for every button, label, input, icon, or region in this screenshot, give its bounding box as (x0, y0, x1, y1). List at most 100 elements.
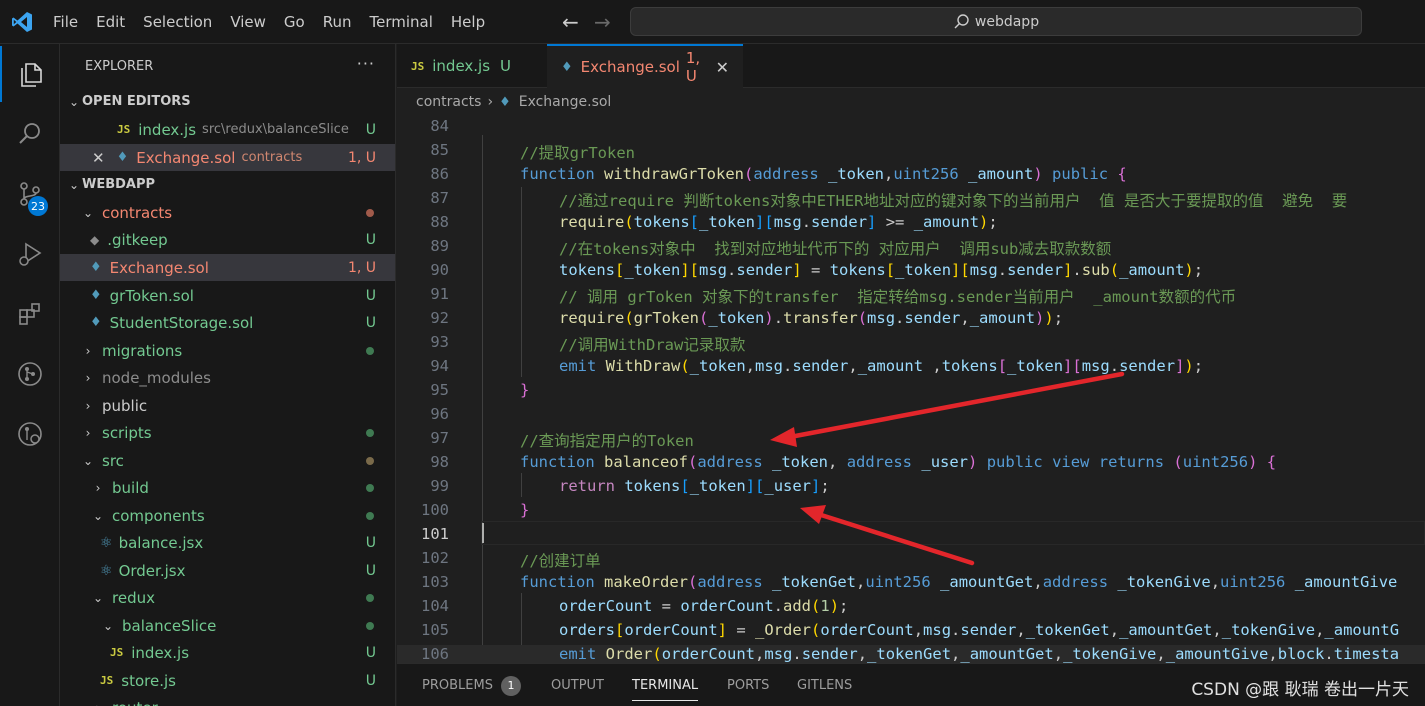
tree-file-gitkeep[interactable]: ◆ .gitkeep U (60, 226, 395, 253)
line-number: 87 (430, 189, 449, 207)
code-editor[interactable]: 84 85//提取grToken 86 function withdrawGrTo… (397, 115, 1425, 663)
tree-folder-node-modules[interactable]: › node_modules (60, 364, 395, 391)
gitlens-inspect-activity[interactable] (0, 406, 60, 462)
open-editors-section[interactable]: ⌄ OPEN EDITORS (60, 88, 395, 115)
tree-folder-scripts[interactable]: › scripts (60, 419, 395, 446)
tree-folder-balanceslice[interactable]: ⌄ balanceSlice (60, 612, 395, 639)
explorer-activity[interactable] (0, 46, 60, 102)
chevron-down-icon: ⌄ (102, 618, 114, 633)
git-inspect-icon (18, 422, 42, 446)
search-icon (954, 13, 969, 28)
tree-file-index[interactable]: JS index.js U (60, 639, 395, 666)
tree-folder-src[interactable]: ⌄ src (60, 447, 395, 474)
menu-terminal[interactable]: Terminal (361, 13, 442, 31)
explorer-header: EXPLORER ··· (60, 44, 395, 88)
line-number: 88 (430, 213, 449, 231)
menu-bar: File Edit Selection View Go Run Terminal… (44, 0, 494, 44)
menu-help[interactable]: Help (442, 13, 494, 31)
solidity-file-icon: ♦ (116, 150, 129, 165)
line-number: 105 (421, 621, 449, 639)
tree-folder-public[interactable]: › public (60, 392, 395, 419)
git-status-dot (366, 593, 374, 602)
code-line: 102//创建订单 (397, 549, 1425, 573)
open-editor-item[interactable]: ✕ ♦ Exchange.sol contracts 1, U (60, 144, 395, 171)
workspace-section[interactable]: ⌄ WEBDAPP (60, 171, 395, 198)
tab-status: 1, U (685, 49, 701, 85)
git-status: U (365, 562, 376, 579)
menu-selection[interactable]: Selection (134, 13, 221, 31)
extensions-activity[interactable] (0, 286, 60, 342)
breadcrumb-file[interactable]: Exchange.sol (519, 94, 612, 110)
files-icon (21, 63, 42, 87)
close-icon[interactable]: ✕ (716, 58, 729, 77)
menu-run[interactable]: Run (314, 13, 361, 31)
panel-tab-output[interactable]: OUTPUT (551, 664, 604, 706)
panel-tab-label: GITLENS (797, 678, 853, 693)
git-status: U (365, 534, 376, 551)
menu-file[interactable]: File (44, 13, 87, 31)
run-debug-activity[interactable] (0, 226, 60, 282)
tree-file-grtoken[interactable]: ♦ grToken.sol U (60, 282, 395, 309)
tree-file-exchange[interactable]: ♦ Exchange.sol 1, U (60, 254, 395, 281)
tree-file-order[interactable]: ⚛ Order.jsx U (60, 557, 395, 584)
tab-index-js[interactable]: JS index.js U (397, 44, 547, 88)
open-editor-item[interactable]: JS index.js src\redux\balanceSlice U (60, 116, 395, 143)
tree-folder-components[interactable]: ⌄ components (60, 502, 395, 529)
tree-file-store[interactable]: JS store.js U (60, 667, 395, 694)
explorer-sidebar: EXPLORER ··· ⌄ OPEN EDITORS JS index.js … (60, 44, 396, 706)
git-status-dot (366, 346, 374, 355)
tree-file-studentstorage[interactable]: ♦ StudentStorage.sol U (60, 309, 395, 336)
js-file-icon: JS (110, 646, 124, 659)
line-number: 99 (430, 477, 449, 495)
solidity-file-icon: ♦ (561, 59, 573, 75)
solidity-file-icon: ♦ (90, 288, 102, 303)
tree-folder-build[interactable]: › build (60, 474, 395, 501)
breadcrumb-folder[interactable]: contracts (416, 94, 481, 110)
folder-label: build (112, 478, 149, 497)
command-center-text: webdapp (974, 13, 1040, 30)
gitlens-activity[interactable] (0, 346, 60, 402)
open-editors-label: OPEN EDITORS (82, 94, 191, 109)
tab-exchange-sol[interactable]: ♦ Exchange.sol 1, U ✕ (547, 44, 743, 88)
panel-tab-terminal[interactable]: TERMINAL (632, 664, 699, 706)
folder-label: migrations (102, 341, 183, 360)
chevron-right-icon: › (85, 398, 91, 413)
menu-go[interactable]: Go (275, 13, 314, 31)
line-number: 85 (430, 141, 449, 159)
more-actions-icon[interactable]: ··· (357, 54, 375, 73)
forward-arrow-icon[interactable]: → (594, 10, 611, 34)
menu-view[interactable]: View (221, 13, 275, 31)
line-number: 100 (421, 501, 449, 519)
code-line: 94 emit WithDraw(_token,msg.sender,_amoun… (397, 357, 1425, 381)
tab-status: U (500, 57, 512, 75)
code-line: 101 (397, 525, 1425, 549)
source-control-activity[interactable]: 23 (0, 166, 60, 222)
code-line: 104 orderCount = orderCount.add(1); (397, 597, 1425, 621)
breadcrumb: contracts › ♦ Exchange.sol (397, 89, 1425, 115)
menu-edit[interactable]: Edit (87, 13, 134, 31)
folder-label: contracts (102, 203, 173, 222)
line-number: 102 (421, 549, 449, 567)
code-line: 90 tokens[_token][msg.sender] = tokens[_t… (397, 261, 1425, 285)
tree-folder-router[interactable]: › router (60, 694, 395, 706)
tree-folder-contracts[interactable]: ⌄ contracts (60, 199, 395, 226)
command-center-search[interactable]: webdapp (630, 7, 1362, 36)
folder-label: redux (112, 588, 155, 607)
panel-tab-problems[interactable]: PROBLEMS 1 (422, 664, 521, 706)
chevron-down-icon: ⌄ (82, 205, 94, 220)
git-status: U (365, 287, 376, 304)
tree-folder-redux[interactable]: ⌄ redux (60, 584, 395, 611)
search-activity[interactable] (0, 106, 60, 162)
git-status: 1, U (347, 259, 376, 276)
file-label: StudentStorage.sol (109, 313, 254, 332)
folder-label: router (112, 699, 158, 706)
tree-folder-migrations[interactable]: › migrations (60, 337, 395, 364)
tree-file-balance[interactable]: ⚛ balance.jsx U (60, 529, 395, 556)
code-line: 86 function withdrawGrToken(address _toke… (397, 165, 1425, 189)
panel-tab-ports[interactable]: PORTS (727, 664, 769, 706)
folder-label: components (112, 506, 205, 525)
chevron-down-icon: ⌄ (68, 94, 80, 109)
close-icon[interactable]: ✕ (92, 149, 105, 167)
panel-tab-gitlens[interactable]: GITLENS (797, 664, 852, 706)
back-arrow-icon[interactable]: ← (562, 10, 579, 34)
